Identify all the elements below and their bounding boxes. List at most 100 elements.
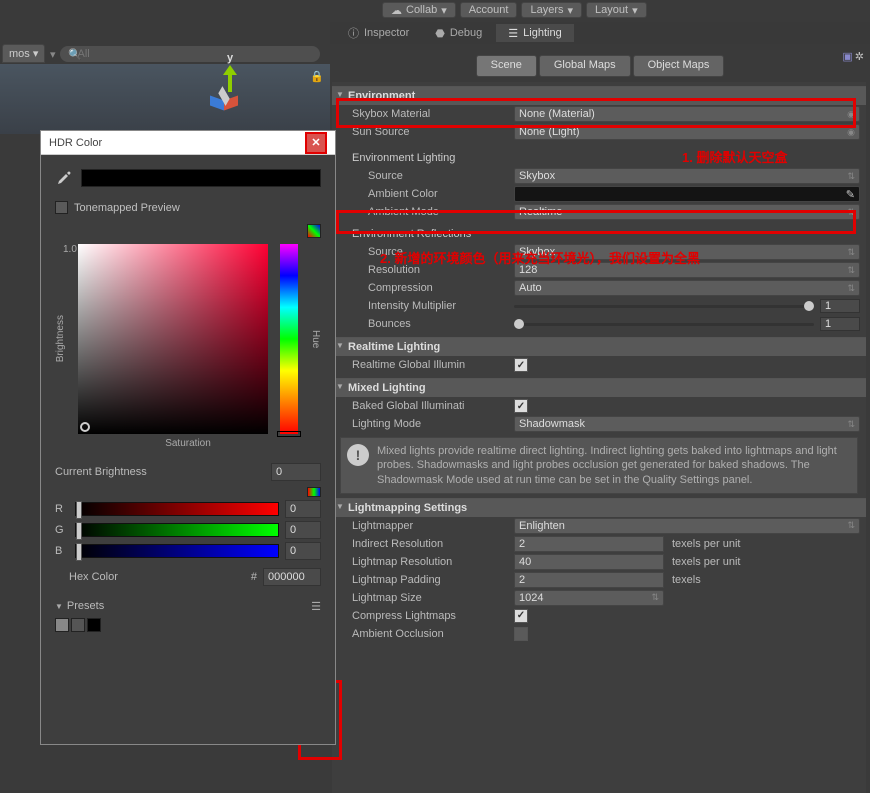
bgi-label: Baked Global Illuminati <box>338 400 514 412</box>
current-color-swatch[interactable] <box>81 169 321 187</box>
mapper-dropdown[interactable]: Enlighten <box>514 518 860 534</box>
hue-slider[interactable] <box>280 244 298 434</box>
b-slider[interactable] <box>75 544 279 558</box>
cloud-icon: ☁ <box>391 4 402 17</box>
ao-checkbox[interactable] <box>514 627 528 641</box>
section-environment[interactable]: Environment <box>332 86 866 105</box>
tab-inspector[interactable]: ⓘInspector <box>336 24 421 42</box>
swatch-2[interactable] <box>71 618 85 632</box>
tonemap-checkbox[interactable] <box>55 201 68 214</box>
eyedropper-icon[interactable]: ✎ <box>846 188 855 201</box>
lighting-inspector: Environment Skybox MaterialNone (Materia… <box>332 82 866 793</box>
ambient-mode-dropdown[interactable]: Realtime <box>514 204 860 220</box>
sat-val-picker[interactable] <box>78 244 268 434</box>
swatch-3[interactable] <box>87 618 101 632</box>
lmres-label: Lightmap Resolution <box>338 556 514 568</box>
g-slider[interactable] <box>75 523 279 537</box>
sub-tab-global[interactable]: Global Maps <box>539 55 631 77</box>
bounces-label: Bounces <box>338 318 514 330</box>
bgi-checkbox[interactable]: ✓ <box>514 399 528 413</box>
compression-dropdown[interactable]: Auto <box>514 280 860 296</box>
skybox-field[interactable]: None (Material)◉ <box>514 106 860 122</box>
scene-gizmo[interactable]: y <box>200 70 260 130</box>
hex-label: Hex Color <box>55 571 245 583</box>
rgi-label: Realtime Global Illumin <box>338 359 514 371</box>
hue-cursor-icon[interactable] <box>277 431 301 437</box>
sliders-icon: ☰ <box>508 27 518 40</box>
search-icon: 🔍 <box>68 48 82 61</box>
ambient-color-field[interactable]: ✎ <box>514 186 860 202</box>
g-value[interactable] <box>285 521 321 539</box>
hue-axis-label: Hue <box>310 330 321 348</box>
collab-button[interactable]: ☁Collab▾ <box>382 2 456 18</box>
window-icon[interactable]: ▣ <box>842 50 852 63</box>
object-picker-icon[interactable]: ◉ <box>847 109 855 120</box>
account-button[interactable]: Account <box>460 2 518 18</box>
intensity-slider[interactable] <box>514 305 814 308</box>
search-input[interactable] <box>60 46 320 62</box>
source-dropdown[interactable]: Skybox <box>514 168 860 184</box>
object-picker-icon[interactable]: ◉ <box>847 127 855 138</box>
preset-menu-icon[interactable]: ☰ <box>311 600 321 613</box>
section-mixed[interactable]: Mixed Lighting <box>332 378 866 397</box>
size-dropdown[interactable]: 1024 <box>514 590 664 606</box>
pad-label: Lightmap Padding <box>338 574 514 586</box>
rgb-mode-icon[interactable] <box>307 487 321 497</box>
ao-label: Ambient Occlusion <box>338 628 514 640</box>
current-brightness-value[interactable] <box>271 463 321 481</box>
layout-button[interactable]: Layout▾ <box>586 2 647 18</box>
close-button[interactable]: ✕ <box>305 132 327 154</box>
info-icon: ⓘ <box>348 25 359 41</box>
compress-checkbox[interactable]: ✓ <box>514 609 528 623</box>
hex-input[interactable] <box>263 568 321 586</box>
source-label: Source <box>338 170 514 182</box>
compress-label: Compress Lightmaps <box>338 610 514 622</box>
annotation-1: 1. 删除默认天空盒 <box>682 147 787 166</box>
lighting-mode-dropdown[interactable]: Shadowmask <box>514 416 860 432</box>
lock-icon[interactable]: 🔒 <box>310 70 324 83</box>
b-label: B <box>55 545 69 557</box>
pad-input[interactable] <box>514 572 664 588</box>
sub-tab-scene[interactable]: Scene <box>476 55 537 77</box>
intensity-value[interactable]: 1 <box>820 299 860 313</box>
dropdown-icon[interactable]: ▾ <box>50 48 56 61</box>
mapper-label: Lightmapper <box>338 520 514 532</box>
pad-unit: texels <box>672 574 701 586</box>
axis-y-label: y <box>227 52 233 64</box>
sun-field[interactable]: None (Light)◉ <box>514 124 860 140</box>
rgi-checkbox[interactable]: ✓ <box>514 358 528 372</box>
lmres-input[interactable] <box>514 554 664 570</box>
ambient-color-label: Ambient Color <box>338 188 514 200</box>
sv-cursor-icon[interactable] <box>80 422 90 432</box>
bounces-slider[interactable] <box>514 323 814 326</box>
gear-icon[interactable]: ✲ <box>855 50 864 63</box>
size-label: Lightmap Size <box>338 592 514 604</box>
tonemap-label: Tonemapped Preview <box>74 202 180 214</box>
annotation-2: 2. 新增的环境颜色（用来充当环境光），我们设置为全黑 <box>380 248 700 267</box>
r-label: R <box>55 503 69 515</box>
skybox-label: Skybox Material <box>338 108 514 120</box>
panel-tabs: ⓘInspector ⬣Debug ☰Lighting <box>330 22 870 44</box>
presets-header[interactable]: Presets <box>67 600 104 612</box>
sun-label: Sun Source <box>338 126 514 138</box>
left-tab[interactable]: mos ▾ <box>2 44 45 63</box>
swatch-1[interactable] <box>55 618 69 632</box>
section-lightmap[interactable]: Lightmapping Settings <box>332 498 866 517</box>
indres-unit: texels per unit <box>672 538 740 550</box>
r-slider[interactable] <box>75 502 279 516</box>
ambient-mode-label: Ambient Mode <box>338 206 514 218</box>
tab-lighting[interactable]: ☰Lighting <box>496 24 573 42</box>
compression-label: Compression <box>338 282 514 294</box>
layers-button[interactable]: Layers▾ <box>521 2 582 18</box>
tab-debug[interactable]: ⬣Debug <box>423 24 494 42</box>
palette-icon[interactable] <box>307 224 321 238</box>
sub-tab-object[interactable]: Object Maps <box>633 55 725 77</box>
b-value[interactable] <box>285 542 321 560</box>
eyedropper-icon[interactable] <box>55 169 73 187</box>
bounces-value[interactable]: 1 <box>820 317 860 331</box>
r-value[interactable] <box>285 500 321 518</box>
help-box: !Mixed lights provide realtime direct li… <box>340 437 858 494</box>
indres-input[interactable] <box>514 536 664 552</box>
picker-title: HDR Color <box>49 137 102 149</box>
section-realtime[interactable]: Realtime Lighting <box>332 337 866 356</box>
